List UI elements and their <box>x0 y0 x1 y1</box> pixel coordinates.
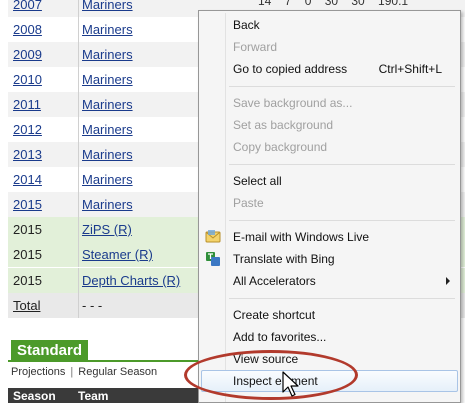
season-link[interactable]: 2014 <box>13 172 42 187</box>
menu-separator <box>229 164 455 165</box>
windows-live-mail-icon <box>205 230 221 243</box>
menu-item-label: Copy background <box>233 140 328 154</box>
menu-item-label: Translate with Bing <box>233 252 335 266</box>
menu-item-select-all[interactable]: Select all <box>201 170 458 192</box>
team-link[interactable]: Mariners <box>82 172 133 187</box>
season-link[interactable]: 2009 <box>13 47 42 62</box>
menu-item-email-windows-live[interactable]: E-mail with Windows Live <box>201 226 458 248</box>
section-title: Standard <box>11 340 89 362</box>
season-link[interactable]: 2015 <box>13 197 42 212</box>
team-link[interactable]: Mariners <box>82 97 133 112</box>
menu-separator <box>229 220 455 221</box>
highlight-oval <box>184 350 358 400</box>
column-header-team[interactable]: Team <box>78 389 108 403</box>
column-divider <box>78 92 79 117</box>
column-divider <box>78 142 79 167</box>
season-link[interactable]: 2012 <box>13 122 42 137</box>
season-link[interactable]: 2008 <box>13 22 42 37</box>
menu-item-create-shortcut[interactable]: Create shortcut <box>201 304 458 326</box>
column-divider <box>78 242 79 267</box>
team-link[interactable]: Mariners <box>82 147 133 162</box>
projection-link[interactable]: Steamer (R) <box>82 247 153 262</box>
season-link[interactable]: 2010 <box>13 72 42 87</box>
projections-link[interactable]: Projections <box>11 366 65 378</box>
projection-link[interactable]: ZiPS (R) <box>82 222 132 237</box>
menu-item-shortcut: Ctrl+Shift+L <box>378 62 442 76</box>
menu-item-add-to-favorites[interactable]: Add to favorites... <box>201 326 458 348</box>
column-divider <box>78 167 79 192</box>
section-subnav: Projections | Regular Season <box>11 366 157 378</box>
season-label: 2015 <box>13 222 42 237</box>
menu-item-all-accelerators[interactable]: All Accelerators <box>201 270 458 292</box>
team-link[interactable]: Mariners <box>82 47 133 62</box>
menu-item-label: Back <box>233 18 260 32</box>
menu-item-label: Forward <box>233 40 278 54</box>
menu-item-label: All Accelerators <box>233 274 316 288</box>
menu-item-label: Add to favorites... <box>233 330 327 344</box>
menu-item-label: E-mail with Windows Live <box>233 230 370 244</box>
subnav-separator: | <box>70 366 74 378</box>
submenu-arrow-icon <box>446 277 450 285</box>
menu-item-save-background[interactable]: Save background as... <box>201 92 458 114</box>
menu-item-label: Set as background <box>233 118 334 132</box>
mouse-cursor-icon <box>282 371 299 397</box>
column-divider <box>78 293 79 318</box>
menu-item-paste[interactable]: Paste <box>201 192 458 214</box>
column-header-season[interactable]: Season <box>13 389 56 403</box>
menu-item-label: Save background as... <box>233 96 353 110</box>
menu-separator <box>229 298 455 299</box>
bing-translate-icon <box>206 252 220 266</box>
regular-season-link[interactable]: Regular Season <box>78 366 157 378</box>
menu-item-label: Select all <box>233 174 282 188</box>
menu-item-copy-background[interactable]: Copy background <box>201 136 458 158</box>
projection-link[interactable]: Depth Charts (R) <box>82 273 180 288</box>
column-divider <box>78 17 79 42</box>
column-divider <box>78 117 79 142</box>
season-link[interactable]: 2013 <box>13 147 42 162</box>
team-link[interactable]: Mariners <box>82 0 133 12</box>
menu-item-label: Paste <box>233 196 264 210</box>
menu-item-go-to-copied-address[interactable]: Go to copied address Ctrl+Shift+L <box>201 58 458 80</box>
menu-item-label: Go to copied address <box>233 62 348 76</box>
column-divider <box>78 0 79 17</box>
column-divider <box>78 67 79 92</box>
total-link[interactable]: Total <box>13 298 40 313</box>
team-link[interactable]: Mariners <box>82 22 133 37</box>
menu-item-label: Create shortcut <box>233 308 316 322</box>
menu-item-forward[interactable]: Forward <box>201 36 458 58</box>
column-divider <box>78 192 79 217</box>
menu-separator <box>229 86 455 87</box>
column-divider <box>78 42 79 67</box>
context-menu: Back Forward Go to copied address Ctrl+S… <box>198 10 461 403</box>
menu-item-back[interactable]: Back <box>201 14 458 36</box>
team-link[interactable]: Mariners <box>82 197 133 212</box>
row-values: 14 7 0 30 30 190.1 <box>258 0 409 8</box>
table-header: Season Team <box>8 388 198 403</box>
season-link[interactable]: 2007 <box>13 0 42 12</box>
menu-item-translate-bing[interactable]: Translate with Bing <box>201 248 458 270</box>
team-link[interactable]: Mariners <box>82 72 133 87</box>
season-label: 2015 <box>13 273 42 288</box>
season-label: 2015 <box>13 247 42 262</box>
season-link[interactable]: 2011 <box>13 97 41 112</box>
menu-item-set-as-background[interactable]: Set as background <box>201 114 458 136</box>
column-divider <box>78 217 79 242</box>
column-divider <box>78 268 79 293</box>
team-link[interactable]: Mariners <box>82 122 133 137</box>
team-placeholder: - - - <box>82 298 103 313</box>
